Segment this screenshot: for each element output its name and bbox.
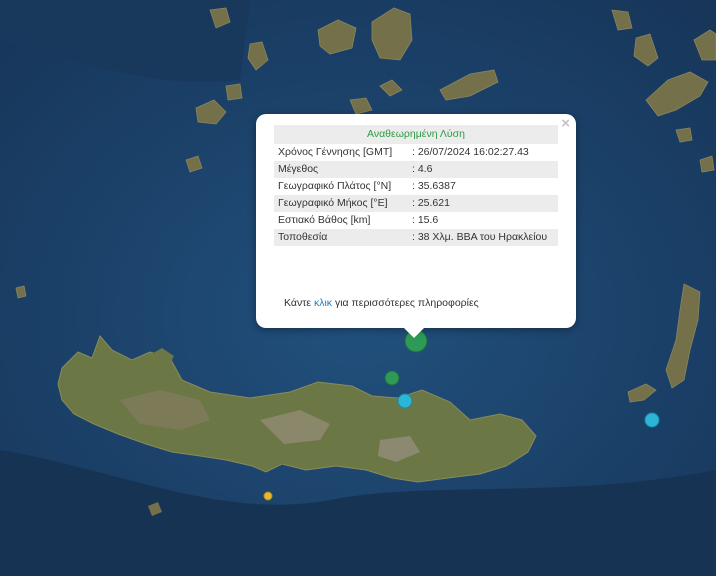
earthquake-marker[interactable] bbox=[397, 393, 413, 409]
table-row: Τοποθεσία : 38 Χλμ. ΒΒΑ του Ηρακλείου bbox=[274, 229, 558, 246]
earthquake-marker[interactable] bbox=[263, 491, 273, 501]
earthquake-popup: × Αναθεωρημένη Λύση Χρόνος Γέννησης [GMT… bbox=[256, 114, 576, 338]
row-label: Εστιακό Βάθος [km] bbox=[274, 212, 408, 229]
row-label: Γεωγραφικό Πλάτος [°N] bbox=[274, 178, 408, 195]
table-row: Γεωγραφικό Μήκος [°E] : 25.621 bbox=[274, 195, 558, 212]
row-label: Τοποθεσία bbox=[274, 229, 408, 246]
row-value: : 25.621 bbox=[408, 195, 558, 212]
more-info-text: Κάντε κλικ για περισσότερες πληροφορίες bbox=[284, 297, 479, 309]
row-value: : 15.6 bbox=[408, 212, 558, 229]
more-info-link[interactable]: κλικ bbox=[314, 297, 332, 309]
earthquake-info-table: Αναθεωρημένη Λύση Χρόνος Γέννησης [GMT] … bbox=[274, 125, 558, 246]
row-label: Μέγεθος bbox=[274, 161, 408, 178]
row-value: : 38 Χλμ. ΒΒΑ του Ηρακλείου bbox=[408, 229, 558, 246]
earthquake-marker[interactable] bbox=[384, 370, 400, 386]
more-info-suffix: για περισσότερες πληροφορίες bbox=[332, 297, 479, 309]
table-row: Γεωγραφικό Πλάτος [°N] : 35.6387 bbox=[274, 178, 558, 195]
popup-title: Αναθεωρημένη Λύση bbox=[274, 125, 558, 144]
row-label: Γεωγραφικό Μήκος [°E] bbox=[274, 195, 408, 212]
table-row: Εστιακό Βάθος [km] : 15.6 bbox=[274, 212, 558, 229]
close-icon[interactable]: × bbox=[561, 116, 570, 132]
earthquake-marker[interactable] bbox=[644, 412, 660, 428]
row-value: : 35.6387 bbox=[408, 178, 558, 195]
table-row: Μέγεθος : 4.6 bbox=[274, 161, 558, 178]
row-value: : 26/07/2024 16:02:27.43 bbox=[408, 144, 558, 161]
row-value: : 4.6 bbox=[408, 161, 558, 178]
table-row: Χρόνος Γέννησης [GMT] : 26/07/2024 16:02… bbox=[274, 144, 558, 161]
more-info-prefix: Κάντε bbox=[284, 297, 314, 309]
row-label: Χρόνος Γέννησης [GMT] bbox=[274, 144, 408, 161]
